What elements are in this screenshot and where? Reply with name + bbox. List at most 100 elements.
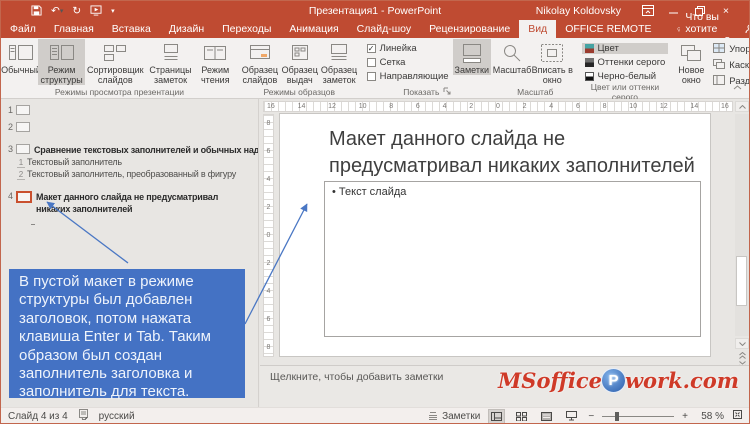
zoom-button[interactable]: Масштаб [493,39,531,75]
slide-thumbnail-icon-selected[interactable] [16,191,32,203]
show-dialog-launcher-icon[interactable] [443,87,451,97]
cascade-button[interactable]: Каскадом [710,59,749,72]
slide-canvas[interactable]: Макет данного слайда не предусматривал н… [279,113,711,357]
notes-toggle-icon [459,42,485,64]
cascade-icon [713,59,726,72]
guides-checkbox[interactable] [366,72,376,81]
slide-sorter-button[interactable]: Сортировщик слайдов [85,39,145,85]
spell-check-icon[interactable] [78,409,89,423]
tab-slideshow[interactable]: Слайд-шоу [348,20,420,38]
tab-transitions[interactable]: Переходы [213,20,280,38]
gridlines-checkbox[interactable] [366,58,376,67]
watermark-text-left: MSoffice [498,368,602,393]
redo-icon[interactable]: ↻ [72,5,81,17]
group-label-views: Режимы просмотра презентации [54,86,184,97]
fit-to-window-button[interactable]: Вписать в окно [529,39,576,85]
grayscale-button[interactable]: Оттенки серого [582,57,669,68]
zoom-out-button[interactable]: − [588,411,594,422]
new-window-button[interactable]: Новое окно [674,39,708,85]
group-master-views: Образец слайдов Образец выдач Образец за… [238,39,361,98]
tab-view[interactable]: Вид [519,20,557,38]
share-button[interactable]: Поделиться [745,23,749,35]
zoom-in-button[interactable]: + [682,411,688,422]
slide-title-text[interactable]: Макет данного слайда не предусматривал н… [329,126,717,180]
tell-me-box[interactable]: Что вы хотите сделать? [667,11,746,47]
zoom-percentage[interactable]: 58 % [696,411,724,422]
outline-view-icon [49,42,75,64]
save-icon[interactable] [31,5,42,16]
black-white-button[interactable]: Черно-белый [582,71,669,82]
tab-office-remote[interactable]: OFFICE REMOTE [556,20,660,38]
slide-thumbnail-icon[interactable] [16,122,30,132]
slide-master-icon [247,42,273,64]
outline-empty-bullet[interactable] [31,224,35,225]
notes-master-button[interactable]: Образец заметок [318,39,359,85]
notes-toggle[interactable]: Заметки [428,411,480,422]
tab-insert[interactable]: Вставка [103,20,160,38]
outline-slide-1[interactable]: 1 [3,105,258,115]
slide-thumbnail-icon[interactable] [16,105,30,115]
undo-icon[interactable]: ↶ ▾ [51,5,63,17]
arrange-all-button[interactable]: Упорядочить все [710,43,749,56]
notes-placeholder-text[interactable]: Щелкните, чтобы добавить заметки [270,371,443,383]
normal-view-button[interactable]: Обычный [1,39,41,75]
previous-slide-button[interactable] [735,351,749,360]
tab-file[interactable]: Файл [1,20,45,38]
notes-toggle-button[interactable]: Заметки [452,39,491,75]
scroll-down-button[interactable] [735,338,749,349]
outline-slide-3[interactable]: 3 Сравнение текстовых заполнителей и обы… [3,144,258,156]
outline-slide-2[interactable]: 2 [3,122,258,132]
tab-design[interactable]: Дизайн [160,20,213,38]
gridlines-checkbox-row[interactable]: Сетка [366,57,449,68]
ruler-checkbox[interactable]: ✓ [366,44,376,53]
outline-slide-4-title[interactable]: Макет данного слайда не предусматривал н… [36,191,254,215]
ribbon-display-options-icon[interactable] [635,1,661,20]
color-button[interactable]: Цвет [581,43,669,54]
person-icon [745,24,749,34]
handout-master-button[interactable]: Образец выдач [281,39,319,85]
tab-home[interactable]: Главная [45,20,103,38]
reading-view-statusbar-button[interactable] [538,409,555,424]
tab-review[interactable]: Рецензирование [420,20,519,38]
notes-page-button[interactable]: Страницы заметок [145,39,195,85]
start-slideshow-icon[interactable] [90,5,102,16]
notes-pane[interactable]: Щелкните, чтобы добавить заметки MSoffic… [260,365,749,407]
vertical-scrollbar-track[interactable] [735,114,749,336]
vertical-scrollbar-thumb[interactable] [736,256,747,306]
vertical-ruler[interactable]: 864202468 [263,114,274,357]
slide-master-button[interactable]: Образец слайдов [239,39,281,85]
fit-slide-to-window-icon[interactable] [732,409,743,423]
slide-thumbnail-icon[interactable] [16,144,30,154]
scroll-up-button[interactable] [735,101,749,112]
group-label-show: Показать [403,86,440,97]
slideshow-statusbar-button[interactable] [563,409,580,424]
slide-indicator[interactable]: Слайд 4 из 4 [8,411,68,422]
language-indicator[interactable]: русский [99,411,135,422]
horizontal-ruler[interactable]: 16 14 12 10 8 6 4 2 0 2 4 6 8 10 12 14 16 [263,101,733,112]
zoom-slider[interactable] [602,411,675,421]
powerpoint-window: ↶ ▾ ↻ ▾ Презентация1 - PowerPoint Nikolay… [0,0,750,424]
split-button[interactable]: Разделить [710,75,749,88]
customize-qat-icon[interactable]: ▾ [111,7,115,15]
outline-slide-3-sub-1[interactable]: 1 Текстовый заполнитель [17,157,258,168]
outline-view-button[interactable]: Режим структуры [38,39,86,85]
normal-view-statusbar-button[interactable] [488,408,506,423]
guides-checkbox-row[interactable]: Направляющие [366,71,449,82]
title-bar: ↶ ▾ ↻ ▾ Презентация1 - PowerPoint Nikolay… [1,1,749,20]
notes-master-icon [326,42,352,64]
outline-slide-3-sub-2[interactable]: 2 Текстовый заполнитель, преобразованный… [17,169,258,180]
zoom-slider-thumb[interactable] [615,411,620,421]
outline-slide-4[interactable]: 4 Макет данного слайда не предусматривал… [3,191,258,215]
outline-slide-3-title[interactable]: Сравнение текстовых заполнителей и обычн… [34,144,258,156]
slide-sorter-statusbar-button[interactable] [513,409,530,424]
grayscale-icon [584,58,594,67]
slide-bullet-text[interactable]: Текст слайда [332,186,406,198]
tab-animation[interactable]: Анимация [280,20,347,38]
account-user-name[interactable]: Nikolay Koldovsky [536,5,621,17]
minimize-button[interactable] [661,1,687,20]
normal-view-icon [8,42,34,64]
collapse-ribbon-icon[interactable] [733,77,742,95]
ruler-checkbox-row[interactable]: ✓ Линейка [366,43,449,54]
slide-body-placeholder[interactable]: Текст слайда [324,181,701,337]
reading-view-button[interactable]: Режим чтения [196,39,235,85]
